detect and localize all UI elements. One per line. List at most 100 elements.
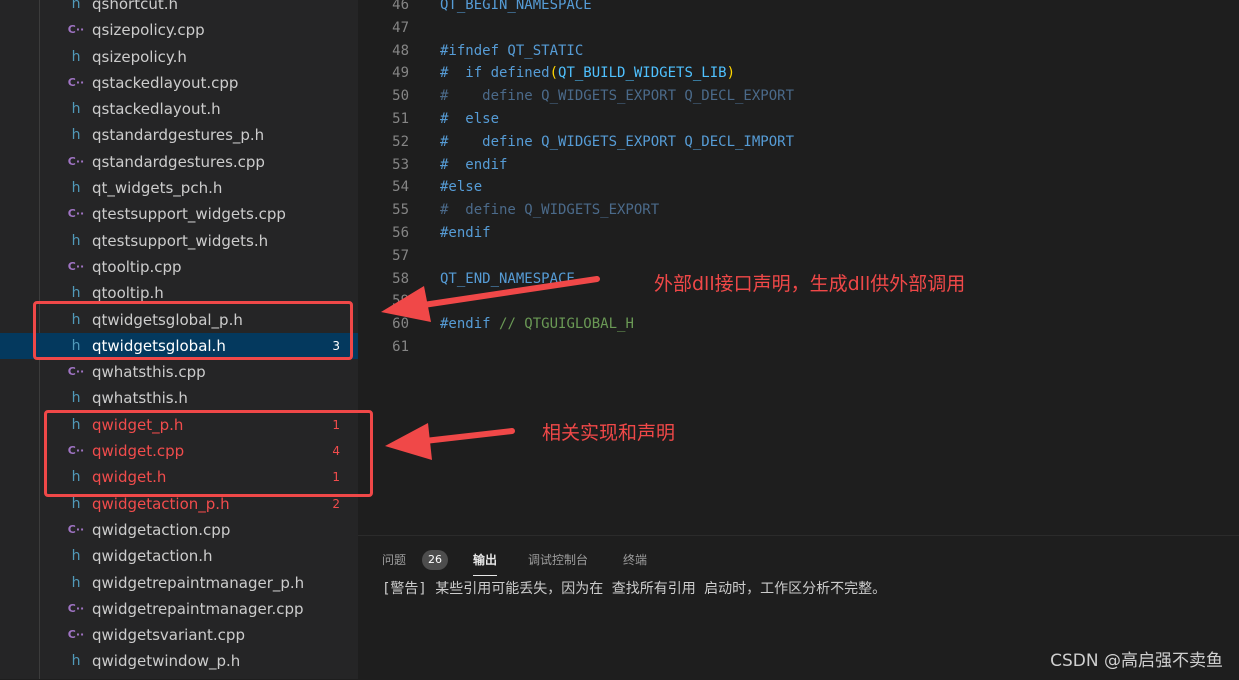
tab-output[interactable]: 输出 <box>473 549 498 576</box>
header-file-icon: h <box>71 390 81 407</box>
file-name: qtooltip.cpp <box>92 257 182 276</box>
header-file-icon: h <box>71 101 81 118</box>
file-item[interactable]: h qshortcut.h <box>0 0 358 17</box>
line-number: 49 <box>392 65 409 82</box>
line-number: 50 <box>392 88 409 105</box>
cpp-file-icon: C·· <box>67 365 85 379</box>
line-number: 47 <box>392 19 409 36</box>
file-item[interactable]: C·· qwidgetsvariant.cpp <box>0 622 358 648</box>
line-number: 52 <box>392 133 409 150</box>
code-line: 46 QT_BEGIN_NAMESPACE <box>358 0 592 17</box>
tab-problems[interactable]: 问题 <box>382 549 406 571</box>
cpp-file-icon: C·· <box>67 23 85 37</box>
code-token: #endif <box>440 316 500 333</box>
cpp-file-icon: C·· <box>67 75 85 89</box>
code-line: 50 # define Q_WIDGETS_EXPORT Q_DECL_EXPOR… <box>358 85 794 108</box>
code-token: // QTGUIGLOBAL_H <box>499 316 634 333</box>
file-item[interactable]: h qwhatsthis.h <box>0 385 358 411</box>
code-line: 47 <box>358 17 409 40</box>
output-message: [警告] 某些引用可能丢失，因为在 查找所有引用 启动时，工作区分析不完整。 <box>382 581 887 597</box>
code-text: # if defined(QT_BUILD_WIDGETS_LIB) <box>440 62 735 85</box>
header-file-icon: h <box>71 0 81 12</box>
annotation-box-global <box>33 301 353 360</box>
file-name: qwidgetaction.cpp <box>92 520 231 539</box>
header-file-icon: h <box>71 574 81 591</box>
code-line: 54 #else <box>358 176 482 199</box>
file-item[interactable]: C·· qstandardgestures.cpp <box>0 149 358 175</box>
file-item[interactable]: C·· qwhatsthis.cpp <box>0 359 358 385</box>
file-name: qwidgetwindow_p.h <box>92 652 241 671</box>
file-name: qwidgetrepaintmanager_p.h <box>92 573 305 592</box>
file-item[interactable]: h qwidgetwindow_p.h <box>0 648 358 674</box>
code-line: 56 #endif <box>358 222 490 245</box>
header-file-icon: h <box>71 127 81 144</box>
code-text: #endif <box>440 222 491 245</box>
code-token: # endif <box>440 156 508 173</box>
code-line: 52 # define Q_WIDGETS_EXPORT Q_DECL_IMPOR… <box>358 131 794 154</box>
file-item[interactable]: h qwidgetaction.h <box>0 543 358 569</box>
code-text: # endif <box>440 154 507 177</box>
file-item[interactable]: C·· qwidgetrepaintmanager.cpp <box>0 596 358 622</box>
cpp-file-icon: C·· <box>67 154 85 168</box>
csdn-watermark: CSDN @高启强不卖鱼 <box>1050 651 1223 671</box>
file-name: qwidgetrepaintmanager.cpp <box>92 599 304 618</box>
header-file-icon: h <box>71 548 81 565</box>
line-number: 55 <box>392 202 409 219</box>
cpp-file-icon: C·· <box>67 628 85 642</box>
header-file-icon: h <box>71 232 81 249</box>
file-item[interactable]: h qwidgetrepaintmanager_p.h <box>0 570 358 596</box>
code-editor[interactable]: 46 QT_BEGIN_NAMESPACE 47 48 #ifndef QT_STATI… <box>358 0 1239 535</box>
code-line: 49 # if defined(QT_BUILD_WIDGETS_LIB) <box>358 62 735 85</box>
annotation-box-widget <box>44 410 373 497</box>
code-text: QT_BEGIN_NAMESPACE <box>440 0 592 17</box>
file-item[interactable]: h qstackedlayout.h <box>0 96 358 122</box>
code-text: # define Q_WIDGETS_EXPORT Q_DECL_IMPORT <box>440 131 794 154</box>
header-file-icon: h <box>71 653 81 670</box>
line-number: 61 <box>392 338 409 355</box>
cpp-file-icon: C·· <box>67 259 85 273</box>
file-name: qstackedlayout.cpp <box>92 73 239 92</box>
code-text: # define Q_WIDGETS_EXPORT Q_DECL_EXPORT <box>440 85 794 108</box>
code-line: 57 <box>358 245 409 268</box>
annotation-dll-note: 外部dll接口声明，生成dll供外部调用 <box>654 273 966 295</box>
line-number: 46 <box>392 0 409 13</box>
file-item[interactable]: C·· qtooltip.cpp <box>0 254 358 280</box>
file-name: qsizepolicy.h <box>92 47 187 66</box>
line-number: 57 <box>392 247 409 264</box>
file-name: qwhatsthis.cpp <box>92 363 206 382</box>
code-token: # define Q_WIDGETS_EXPORT Q_DECL_EXPORT <box>440 88 795 105</box>
cpp-file-icon: C·· <box>67 207 85 221</box>
file-item[interactable]: h qt_widgets_pch.h <box>0 175 358 201</box>
code-line: 58 QT_END_NAMESPACE <box>358 268 575 291</box>
file-name: qtestsupport_widgets.h <box>92 231 269 250</box>
file-item[interactable]: C·· qsizepolicy.cpp <box>0 17 358 43</box>
code-text: #ifndef QT_STATIC <box>440 40 583 63</box>
file-name: qstackedlayout.h <box>92 100 221 119</box>
file-name: qstandardgestures_p.h <box>92 126 265 145</box>
file-item[interactable]: C·· qtestsupport_widgets.cpp <box>0 201 358 227</box>
code-line: 61 <box>358 336 409 359</box>
tab-debug-console[interactable]: 调试控制台 <box>528 549 588 571</box>
file-item[interactable]: h qsizepolicy.h <box>0 44 358 70</box>
file-item[interactable]: C·· qwidgetaction.cpp <box>0 517 358 543</box>
file-name: qt_widgets_pch.h <box>92 179 223 198</box>
line-number: 48 <box>392 42 409 59</box>
file-name: qtestsupport_widgets.cpp <box>92 205 286 224</box>
code-line: 53 # endif <box>358 154 507 177</box>
file-item[interactable]: h qtestsupport_widgets.h <box>0 228 358 254</box>
line-number: 54 <box>392 179 409 196</box>
code-text: # define Q_WIDGETS_EXPORT <box>440 199 659 222</box>
code-token: #ifndef QT_STATIC <box>440 42 584 59</box>
cpp-file-icon: C·· <box>67 601 85 615</box>
code-token: ) <box>726 65 736 82</box>
tab-terminal[interactable]: 终端 <box>623 549 647 571</box>
code-token: # define Q_WIDGETS_EXPORT Q_DECL_IMPORT <box>440 133 795 150</box>
file-item[interactable]: C·· qstackedlayout.cpp <box>0 70 358 96</box>
file-name: qwidgetsvariant.cpp <box>92 626 245 645</box>
code-token: #endif <box>440 224 491 241</box>
file-item[interactable]: h qstandardgestures_p.h <box>0 122 358 148</box>
file-name: qwhatsthis.h <box>92 389 188 408</box>
code-token: # if defined <box>440 65 550 82</box>
code-token: #else <box>440 179 483 196</box>
line-number: 59 <box>392 293 409 310</box>
